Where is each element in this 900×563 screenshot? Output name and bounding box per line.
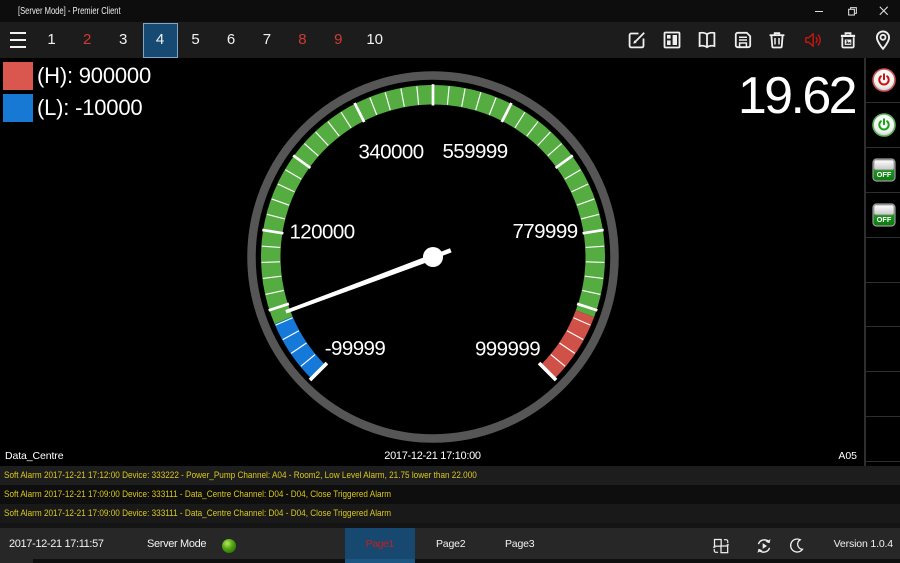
svg-text:779999: 779999 [512,220,577,243]
svg-text:120000: 120000 [289,221,354,244]
svg-text:-99999: -99999 [325,337,386,360]
svg-text:999999: 999999 [475,338,540,361]
svg-text:OFF: OFF [877,215,892,224]
svg-text:559999: 559999 [442,140,507,163]
svg-text:340000: 340000 [358,141,423,164]
svg-text:OFF: OFF [877,170,892,179]
